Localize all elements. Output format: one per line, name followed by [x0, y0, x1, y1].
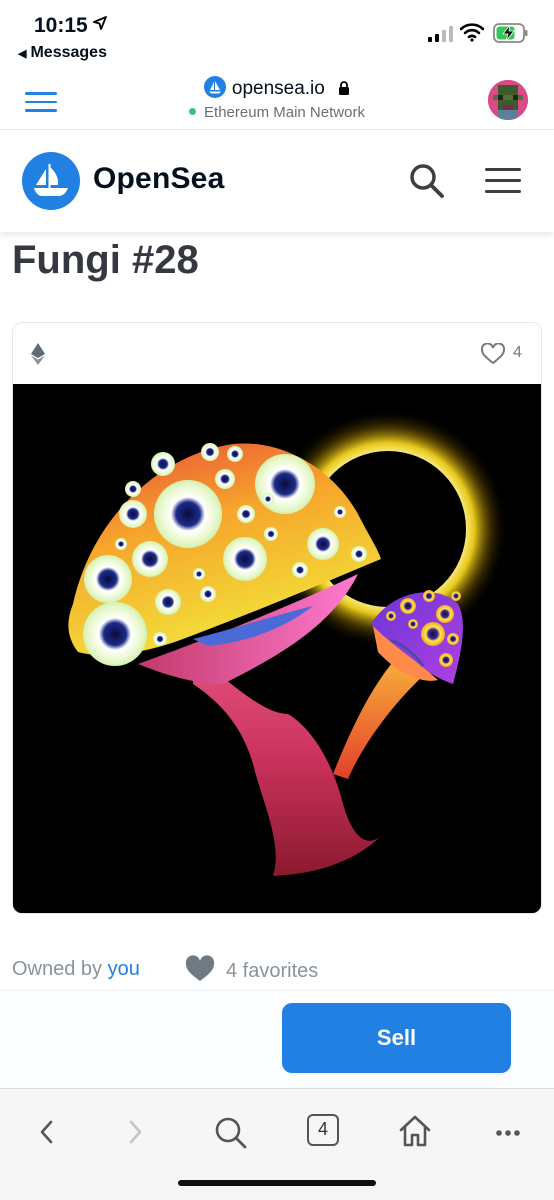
site-header: OpenSea	[0, 130, 554, 232]
favorites-text: 4 favorites	[226, 960, 319, 982]
item-card: 4	[12, 322, 542, 914]
back-app-label: Messages	[30, 44, 107, 61]
action-bar: Sell	[0, 990, 554, 1088]
opensea-logo-icon[interactable]	[22, 152, 80, 210]
battery-charging-icon	[493, 23, 528, 43]
home-icon[interactable]	[397, 1113, 433, 1149]
ethereum-icon	[31, 343, 45, 365]
wallet-avatar[interactable]	[488, 80, 528, 120]
clock: 10:15	[34, 14, 88, 37]
back-triangle-icon: ◀	[18, 48, 27, 60]
forward-chevron-icon[interactable]	[126, 1116, 146, 1148]
heart-filled-icon	[185, 955, 215, 981]
lock-icon	[339, 81, 350, 95]
owned-by-label: Owned by	[12, 958, 103, 980]
site-favicon-icon	[203, 76, 226, 98]
home-indicator	[178, 1180, 376, 1186]
network-label: Ethereum Main Network	[204, 104, 365, 121]
favorite-count: 4	[513, 344, 522, 361]
network-status-dot	[189, 108, 197, 115]
back-to-app-link[interactable]: ◀ Messages	[18, 44, 107, 62]
search-icon[interactable]	[408, 162, 446, 200]
sell-button[interactable]: Sell	[282, 1003, 511, 1073]
owner-link[interactable]: you	[108, 958, 140, 980]
back-chevron-icon[interactable]	[36, 1116, 56, 1148]
card-toolbar: 4	[13, 323, 541, 383]
url-display[interactable]: opensea.io	[0, 76, 554, 100]
search-icon[interactable]	[213, 1115, 249, 1151]
favorites-info: 4 favorites	[184, 955, 318, 983]
nft-artwork-image[interactable]	[13, 384, 541, 913]
domain-text: opensea.io	[231, 78, 325, 99]
status-bar: 10:15 ◀ Messages	[0, 0, 554, 70]
owner-info: Owned by you	[12, 958, 140, 981]
cellular-signal-icon	[428, 26, 453, 42]
tabs-button[interactable]: 4	[307, 1114, 339, 1146]
browser-address-bar: opensea.io Ethereum Main Network	[0, 70, 554, 130]
network-indicator: Ethereum Main Network	[0, 104, 554, 121]
site-menu-icon[interactable]	[485, 168, 521, 194]
wifi-icon	[460, 23, 484, 42]
item-title: Fungi #28	[12, 238, 199, 282]
page: 10:15 ◀ Messages opensea.io Ethereum Mai…	[0, 0, 554, 1200]
heart-outline-icon[interactable]	[480, 343, 506, 365]
location-arrow-icon	[93, 16, 107, 30]
brand-name[interactable]: OpenSea	[93, 162, 224, 196]
more-options-icon[interactable]	[495, 1129, 521, 1137]
